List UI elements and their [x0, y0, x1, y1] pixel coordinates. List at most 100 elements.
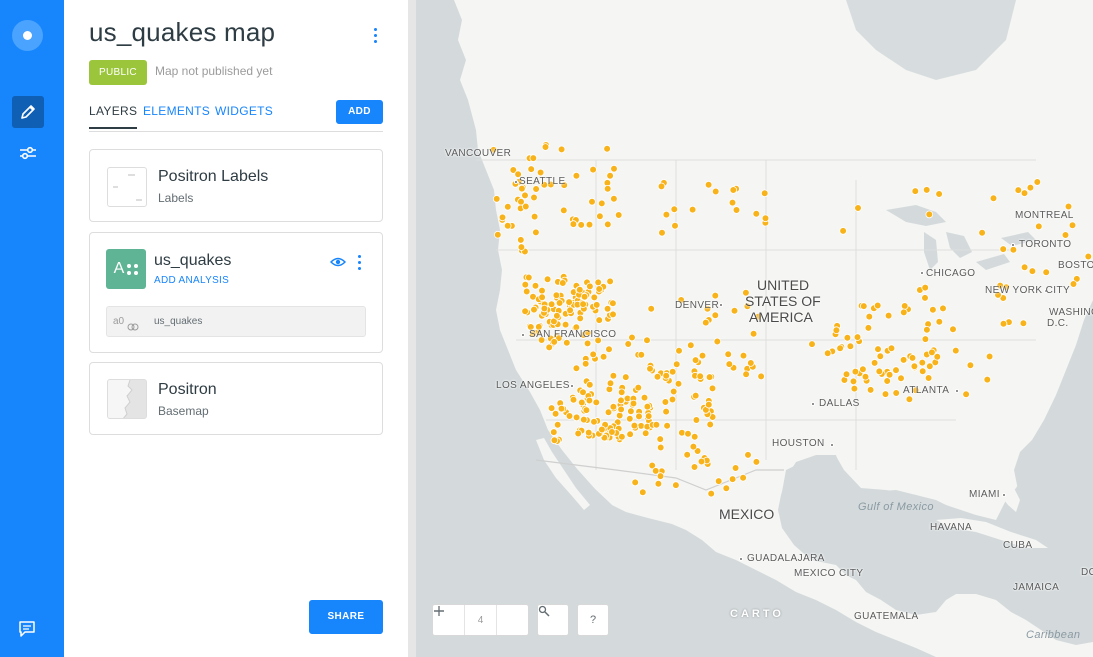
quake-point[interactable]	[921, 283, 930, 292]
map-options-icon[interactable]	[368, 24, 382, 46]
layer-options-icon[interactable]	[354, 253, 364, 271]
quake-point[interactable]	[732, 206, 741, 214]
quake-point[interactable]	[836, 344, 844, 353]
quake-point[interactable]	[550, 436, 559, 445]
add-analysis-link[interactable]: ADD ANALYSIS	[154, 275, 229, 286]
quake-point[interactable]	[711, 311, 720, 320]
quake-point[interactable]	[617, 405, 625, 414]
quake-point[interactable]	[881, 390, 890, 398]
quake-point[interactable]	[614, 211, 623, 219]
quake-point[interactable]	[609, 371, 618, 380]
quake-point[interactable]	[1019, 319, 1028, 328]
quake-point[interactable]	[531, 281, 540, 290]
quake-point[interactable]	[690, 463, 699, 471]
carto-logo-icon[interactable]	[12, 20, 43, 51]
quake-point[interactable]	[541, 143, 550, 151]
quake-point[interactable]	[873, 301, 882, 310]
quake-point[interactable]	[577, 221, 586, 229]
quake-point[interactable]	[1068, 221, 1077, 230]
quake-point[interactable]	[921, 294, 929, 302]
quake-point[interactable]	[576, 285, 584, 294]
quake-point[interactable]	[583, 339, 592, 348]
quake-point[interactable]	[1020, 263, 1029, 272]
quake-point[interactable]	[892, 389, 901, 397]
quake-point[interactable]	[517, 236, 525, 244]
quake-point[interactable]	[949, 325, 957, 334]
quake-point[interactable]	[530, 305, 538, 314]
quake-point[interactable]	[929, 305, 937, 314]
quake-point[interactable]	[731, 464, 740, 472]
quake-point[interactable]	[603, 304, 612, 313]
quake-point[interactable]	[859, 365, 867, 374]
quake-point[interactable]	[899, 356, 908, 364]
quake-point[interactable]	[545, 343, 554, 352]
quake-point[interactable]	[865, 312, 874, 321]
quake-point[interactable]	[585, 220, 594, 229]
quake-point[interactable]	[859, 302, 868, 310]
quake-point[interactable]	[925, 362, 934, 371]
quake-point[interactable]	[608, 428, 616, 436]
quake-point[interactable]	[651, 467, 660, 475]
quake-point[interactable]	[966, 361, 975, 370]
quake-point[interactable]	[686, 341, 695, 350]
quake-point[interactable]	[876, 352, 885, 361]
quake-point[interactable]	[522, 287, 531, 296]
quake-point[interactable]	[640, 393, 649, 402]
quake-point[interactable]	[823, 349, 832, 358]
quake-point[interactable]	[691, 356, 700, 364]
quake-point[interactable]	[588, 197, 596, 206]
quake-point[interactable]	[925, 210, 934, 219]
quake-point[interactable]	[624, 340, 633, 348]
quake-point[interactable]	[595, 285, 604, 293]
quake-point[interactable]	[584, 428, 593, 437]
quake-point[interactable]	[622, 373, 630, 381]
quake-point[interactable]	[560, 206, 568, 215]
quake-point[interactable]	[529, 154, 538, 162]
quake-point[interactable]	[670, 205, 679, 214]
quake-point[interactable]	[688, 205, 697, 214]
quake-point[interactable]	[757, 372, 765, 381]
carto-attribution[interactable]: CARTO	[730, 608, 784, 620]
quake-point[interactable]	[630, 421, 639, 430]
quake-point[interactable]	[609, 299, 617, 308]
quake-point[interactable]	[492, 195, 501, 203]
quake-point[interactable]	[589, 350, 598, 359]
quake-point[interactable]	[1020, 189, 1029, 197]
quake-point[interactable]	[999, 245, 1007, 253]
quake-point[interactable]	[662, 407, 670, 416]
quake-point[interactable]	[606, 379, 615, 388]
quake-point[interactable]	[722, 484, 731, 493]
quake-point[interactable]	[552, 291, 561, 300]
quake-point[interactable]	[592, 301, 601, 309]
share-button[interactable]: SHARE	[309, 600, 383, 634]
quake-point[interactable]	[574, 429, 583, 438]
quake-point[interactable]	[557, 404, 566, 413]
quake-point[interactable]	[530, 212, 539, 221]
quake-point[interactable]	[527, 165, 535, 173]
layer-card-labels[interactable]: Positron Labels Labels	[89, 149, 383, 222]
quake-point[interactable]	[606, 172, 614, 180]
quake-point[interactable]	[861, 372, 870, 381]
quake-point[interactable]	[921, 335, 930, 343]
quake-point[interactable]	[626, 430, 634, 439]
quake-point[interactable]	[586, 282, 594, 291]
quake-point[interactable]	[656, 443, 665, 452]
quake-point[interactable]	[808, 340, 816, 348]
quake-point[interactable]	[749, 329, 758, 338]
quake-point[interactable]	[603, 144, 611, 153]
quake-point[interactable]	[678, 428, 686, 437]
quake-point[interactable]	[605, 345, 613, 354]
quake-point[interactable]	[899, 308, 908, 317]
quake-point[interactable]	[610, 195, 618, 203]
quake-point[interactable]	[761, 214, 770, 223]
quake-point[interactable]	[892, 366, 900, 374]
quake-point[interactable]	[572, 364, 581, 373]
quake-point[interactable]	[580, 292, 589, 301]
privacy-badge[interactable]: PUBLIC	[89, 60, 147, 85]
quake-point[interactable]	[674, 379, 683, 388]
quake-point[interactable]	[550, 428, 558, 436]
eye-icon[interactable]	[329, 255, 347, 269]
quake-point[interactable]	[951, 346, 960, 355]
quake-point[interactable]	[603, 185, 612, 193]
quake-point[interactable]	[661, 398, 670, 406]
